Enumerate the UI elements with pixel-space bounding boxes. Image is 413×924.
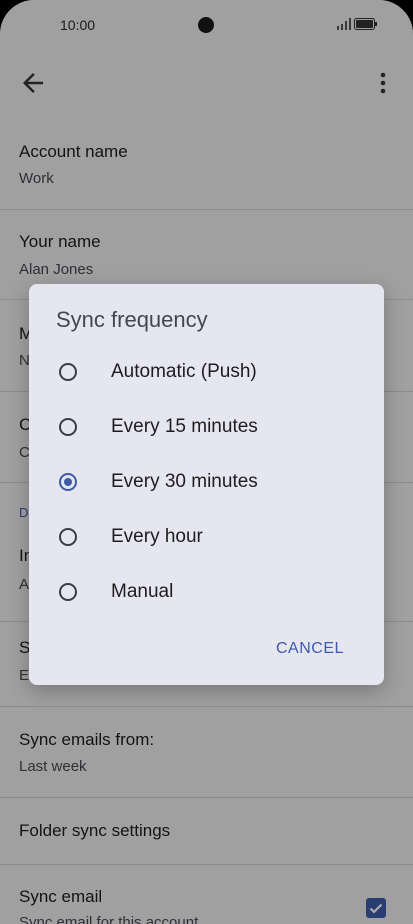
option-every-30-minutes[interactable]: Every 30 minutes xyxy=(29,459,384,509)
cancel-button[interactable]: CANCEL xyxy=(276,640,344,658)
option-manual[interactable]: Manual xyxy=(29,569,384,619)
option-label: Every hour xyxy=(111,526,203,547)
radio-button[interactable] xyxy=(59,528,77,546)
sync-frequency-dialog: Sync frequency Automatic (Push) Every 15… xyxy=(29,284,384,685)
dialog-title: Sync frequency xyxy=(56,307,208,332)
radio-button[interactable] xyxy=(59,363,77,381)
option-every-hour[interactable]: Every hour xyxy=(29,514,384,564)
option-label: Manual xyxy=(111,581,174,602)
option-automatic-push[interactable]: Automatic (Push) xyxy=(29,349,384,399)
option-label: Every 15 minutes xyxy=(111,416,258,437)
phone-screen: 10:00 Account name Work Your name Alan J… xyxy=(0,0,413,924)
option-label: Every 30 minutes xyxy=(111,471,258,492)
option-label: Automatic (Push) xyxy=(111,361,257,382)
radio-button[interactable] xyxy=(59,583,77,601)
option-every-15-minutes[interactable]: Every 15 minutes xyxy=(29,404,384,454)
radio-button-selected[interactable] xyxy=(59,473,77,491)
radio-button[interactable] xyxy=(59,418,77,436)
